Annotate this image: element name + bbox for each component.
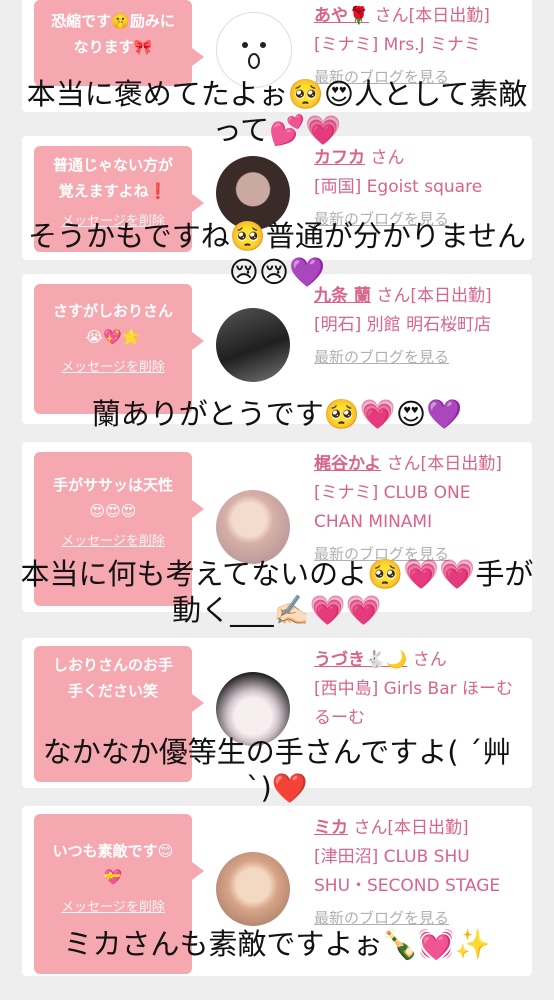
message-text: しおりさんのお手 手ください笑 [52,656,173,700]
cast-suffix: さん[本日出勤] [374,6,490,26]
cast-suffix: さん[本日出勤] [353,818,469,838]
avatar[interactable] [216,852,290,926]
cast-name-line: カフカ さん [314,144,524,173]
message-text: 手がササッは天性 😍😍😍 [52,476,173,520]
overlay-caption: なかなか優等生の手さんですよ( ´艸 `)❤️ [42,735,512,805]
cast-name-link[interactable]: あや🌹 [314,6,369,26]
latest-blog-link[interactable]: 最新のブログを見る [314,907,524,928]
cast-name-line: あや🌹 さん[本日出勤] [314,2,524,31]
avatar[interactable] [216,490,290,564]
delete-message-link[interactable]: メッセージを削除 [34,896,192,915]
overlay-caption: そうかもですね🥺普通が分かりません 😢😢💜 [27,219,527,289]
message-text: 恐縮です🤫励みに なります🎀 [51,12,175,56]
message-bubble: さすがしおりさん 😭💖🌟 メッセージを削除 [34,284,204,414]
shop-name: [明石] 別館 明石桜町店 [314,315,492,335]
cast-name-link[interactable]: うづき🐇🌙 [314,650,407,670]
avatar[interactable] [216,308,290,382]
cast-suffix: さん [412,650,447,670]
cast-suffix: さん [370,148,405,168]
shop-name: [西中島] Girls Bar ほーむるーむ [314,679,514,728]
overlay-caption: 本当に褒めてたよぉ🥺😍人として素敵 って💕💗 [26,77,528,147]
shop-name: [津田沼] CLUB SHU SHU・SECOND STAGE [314,847,501,896]
message-text: 普通じゃない方が 覚えますよね❗ [52,156,173,200]
cast-name-line: うづき🐇🌙 さん [314,646,524,675]
shop-name: [ミナミ] Mrs.J ミナミ [314,35,482,55]
message-bubble: 恐縮です🤫励みに なります🎀 [34,0,204,86]
message-text: いつも素敵です😊 💝 [52,842,174,886]
message-text: さすがしおりさん 😭💖🌟 [52,302,173,346]
overlay-caption: 本当に何も考えてないのよ🥺💗💗手が 動く___✍🏻💗💗 [20,557,534,627]
cast-name-link[interactable]: カフカ [314,148,365,168]
overlay-caption: ミカさんも素敵ですよぉ🍾💓✨ [63,927,491,961]
cast-name-link[interactable]: 梶谷かよ [314,454,381,474]
cast-name-line: ミカ さん[本日出勤] [314,814,524,843]
shop-name: [両国] Egoist square [314,177,483,197]
overlay-caption: 蘭ありがとうです🥺💗😍💜 [91,397,463,431]
cast-name-link[interactable]: ミカ [314,818,348,838]
latest-blog-link[interactable]: 最新のブログを見る [314,346,524,367]
delete-message-link[interactable]: メッセージを削除 [34,530,192,549]
cast-suffix: さん[本日出勤] [386,454,502,474]
cast-name-line: 梶谷かよ さん[本日出勤] [314,450,524,479]
shop-name: [ミナミ] CLUB ONE CHAN MINAMI [314,483,471,532]
delete-message-link[interactable]: メッセージを削除 [34,356,192,375]
